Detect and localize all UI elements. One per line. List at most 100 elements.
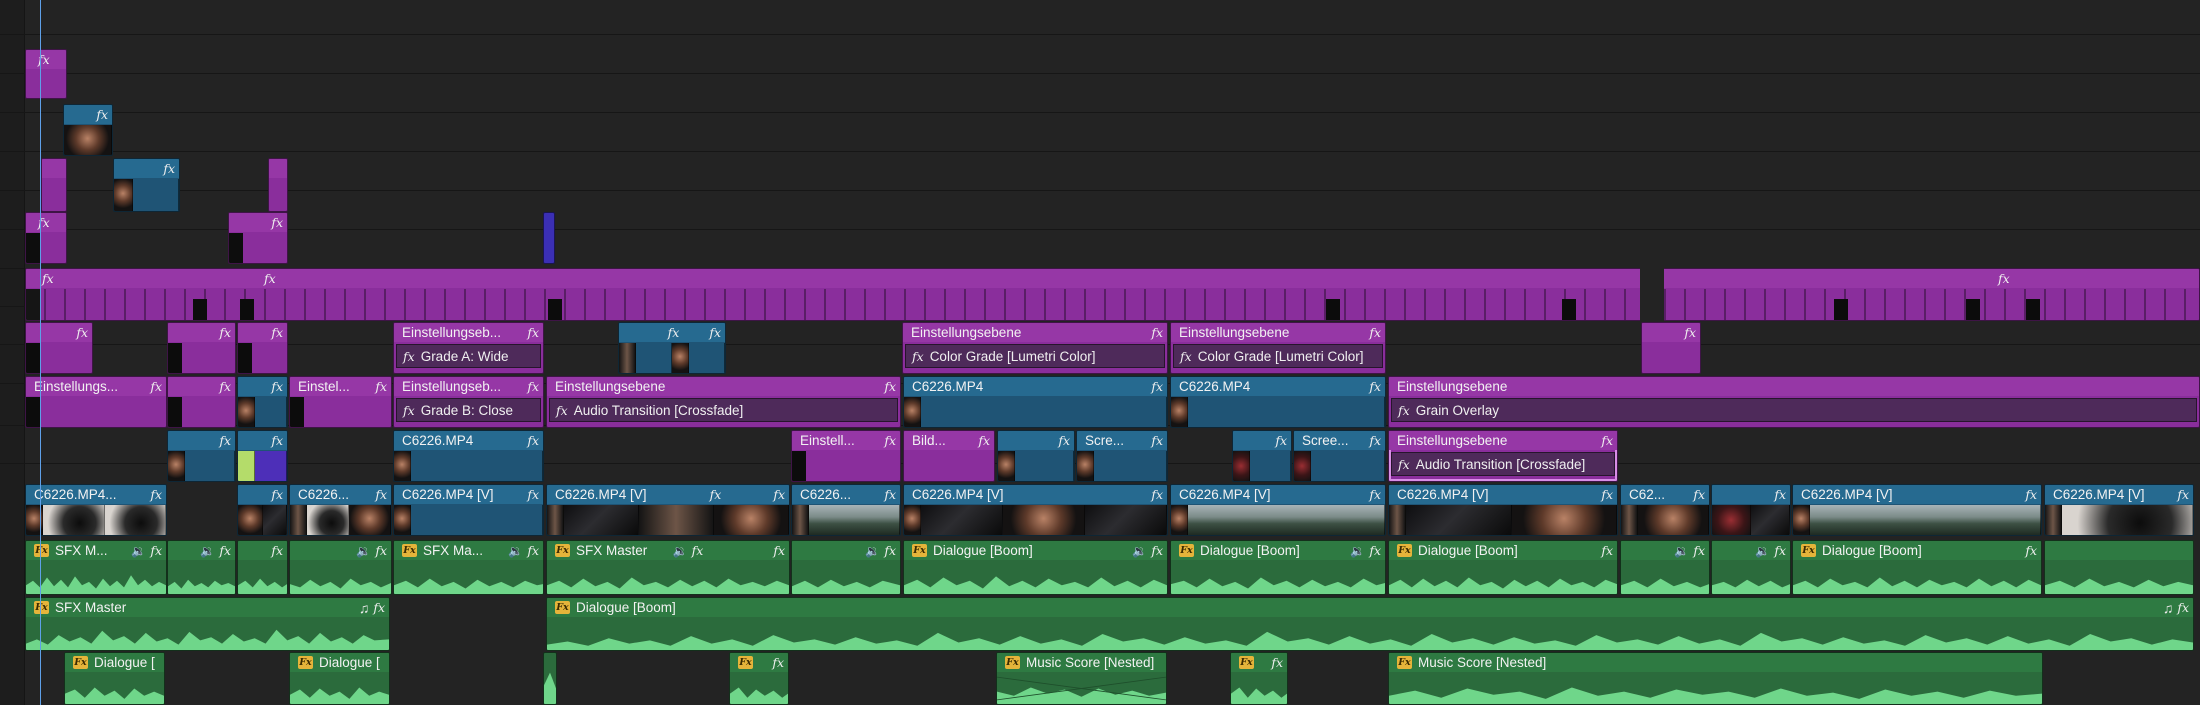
audio-clip[interactable]: Fx SFX M... 🔉 fx [25, 540, 167, 595]
adjustment-clip[interactable]: Einstell... fx [791, 430, 901, 482]
audio-waveform [65, 673, 164, 704]
adjustment-lane[interactable]: fx fx fx [25, 268, 2200, 321]
audio-clip[interactable]: Fx SFX Ma... 🔉 fx [393, 540, 544, 595]
audio-clip[interactable]: 🔉 fx [167, 540, 236, 595]
adjustment-clip[interactable]: fx [25, 322, 93, 374]
adjustment-clip[interactable]: Einstellungs... fx [25, 376, 167, 428]
adjustment-clip[interactable]: fx [228, 212, 288, 264]
adjustment-clip[interactable] [41, 158, 67, 212]
video-clip[interactable]: fx [1711, 484, 1791, 536]
audio-fx-badge-icon: Fx [1397, 544, 1412, 557]
audio-waveform [394, 561, 543, 594]
adjustment-clip[interactable]: Einstellungseb... fx fx Grade B: Close [393, 376, 544, 428]
audio-clip[interactable] [543, 652, 557, 705]
adjustment-clip[interactable]: Einstellungseb... fx fx Grade A: Wide [393, 322, 544, 374]
timeline-panel[interactable]: fx fx fx fx fx fx fx fx fx fx fx Einstel… [0, 0, 2200, 705]
adjustment-clip[interactable]: fx [25, 49, 67, 99]
adjustment-clip[interactable]: fx [25, 212, 67, 264]
audio-clip[interactable]: Fx SFX Master ♫ fx [25, 597, 390, 651]
effect-label: fx Color Grade [Lumetri Color] [1173, 344, 1383, 368]
video-clip[interactable]: C6226.MP4 [V] fx [903, 484, 1168, 536]
video-clip[interactable]: C6226.MP4 [V] fx [1388, 484, 1618, 536]
audio-waveform [1621, 561, 1709, 594]
video-clip[interactable]: Scree... fx [1293, 430, 1386, 482]
video-clip[interactable]: C6226.MP4 [V] fx [1170, 484, 1386, 536]
video-clip[interactable]: fx [167, 430, 236, 482]
audio-clip[interactable]: Fx Music Score [Nested] [1388, 652, 2043, 705]
fx-icon: fx [709, 325, 721, 340]
adjustment-clip[interactable]: Einstellungsebene fx Grain Overlay [1388, 376, 2200, 428]
audio-fx-badge-icon: Fx [1179, 544, 1194, 557]
adjustment-clip[interactable]: fx [167, 322, 236, 374]
adjustment-clip[interactable]: fx [1641, 322, 1701, 374]
audio-clip[interactable]: Fx Music Score [Nested] [996, 652, 1167, 705]
video-clip[interactable]: fx [237, 484, 288, 536]
audio-clip[interactable] [2044, 540, 2194, 595]
video-clip[interactable]: fx [237, 430, 288, 482]
fx-icon: fx [375, 487, 387, 502]
adjustment-clip[interactable]: Einstellungsebene fx fx Audio Transition [… [546, 376, 901, 428]
fx-icon: fx [1151, 487, 1163, 502]
video-clip[interactable]: C6226.MP4 fx [903, 376, 1168, 428]
fx-icon: fx [691, 543, 704, 558]
audio-waveform [290, 673, 389, 704]
speaker-icon: 🔉 [508, 543, 524, 558]
audio-clip[interactable]: Fx Dialogue [ [289, 652, 390, 705]
audio-fx-badge-icon: Fx [1239, 656, 1254, 669]
video-clip[interactable]: fx fx [618, 322, 726, 374]
adjustment-clip[interactable]: fx [167, 376, 236, 428]
video-clip[interactable]: Scre... fx [1076, 430, 1168, 482]
audio-clip[interactable]: Fx Dialogue [ [64, 652, 165, 705]
video-clip[interactable]: fx [63, 104, 113, 156]
audio-clip[interactable]: 🔉 fx [791, 540, 901, 595]
video-clip[interactable]: C6226... fx [791, 484, 901, 536]
audio-fx-badge-icon: Fx [555, 601, 570, 614]
small-clip[interactable] [543, 212, 555, 264]
audio-waveform [1171, 561, 1385, 594]
audio-clip[interactable]: Fx Dialogue [Boom] 🔉 fx [1170, 540, 1386, 595]
audio-clip[interactable]: Fx Dialogue [Boom] fx [1388, 540, 1618, 595]
adjustment-clip[interactable] [268, 158, 288, 212]
video-clip[interactable]: fx [997, 430, 1075, 482]
video-clip[interactable]: fx [237, 376, 288, 428]
audio-clip[interactable]: Fx Dialogue [Boom] fx [1792, 540, 2042, 595]
video-clip[interactable]: C6226.MP4 fx [1170, 376, 1386, 428]
video-clip[interactable]: C6226.MP4 [V] fx [393, 484, 544, 536]
audio-waveform [290, 561, 391, 594]
fx-icon: fx [1271, 655, 1283, 670]
audio-clip[interactable]: 🔉 fx [1620, 540, 1710, 595]
adjustment-clip[interactable]: fx [237, 322, 288, 374]
video-clip[interactable]: C6226.MP4 fx [393, 430, 544, 482]
adjustment-clip[interactable]: Einstel... fx [289, 376, 392, 428]
audio-clip[interactable]: 🔉 fx [1711, 540, 1791, 595]
audio-clip[interactable]: Fx Dialogue [Boom] 🔉 fx [903, 540, 1168, 595]
adjustment-clip-selected[interactable]: Einstellungsebene fx fx Audio Transition [… [1388, 430, 1618, 482]
fx-icon: fx [1151, 543, 1163, 558]
video-clip[interactable]: C6226.MP4 [V] fx fx [546, 484, 790, 536]
video-clip[interactable]: C6226... fx [289, 484, 392, 536]
fx-icon: fx [271, 543, 283, 558]
adjustment-clip[interactable]: Einstellungsebene fx fx Color Grade [Lumet… [902, 322, 1168, 374]
audio-clip[interactable]: Fx SFX Master 🔉 fx fx [546, 540, 790, 595]
audio-clip[interactable]: Fx fx [729, 652, 789, 705]
audio-clip[interactable]: fx [237, 540, 288, 595]
fx-icon: fx [219, 325, 231, 340]
video-clip[interactable]: fx [1232, 430, 1292, 482]
speaker-icon: 🔉 [200, 543, 216, 558]
playhead[interactable] [40, 0, 41, 705]
effect-label: fx Audio Transition [Crossfade] [1391, 452, 1615, 476]
video-clip[interactable]: C6226.MP4 [V] fx [2044, 484, 2194, 536]
audio-clip[interactable]: 🔉 fx [289, 540, 392, 595]
fx-icon: fx [96, 107, 108, 122]
audio-clip[interactable]: Fx fx [1230, 652, 1288, 705]
video-clip[interactable]: C6226.MP4 [V] fx [1792, 484, 2042, 536]
adjustment-clip[interactable]: Bild... fx [903, 430, 995, 482]
video-clip[interactable]: fx [113, 158, 180, 212]
fx-icon: fx [884, 487, 896, 502]
adjustment-clip[interactable]: Einstellungsebene fx fx Color Grade [Lumet… [1170, 322, 1386, 374]
video-clip[interactable]: C6226.MP4... fx [25, 484, 167, 536]
audio-clip[interactable]: Fx Dialogue [Boom] ♫ fx [546, 597, 2194, 651]
video-clip[interactable]: C62... fx [1620, 484, 1710, 536]
speaker-icon: 🔉 [865, 543, 881, 558]
fx-icon: fx [1058, 433, 1070, 448]
